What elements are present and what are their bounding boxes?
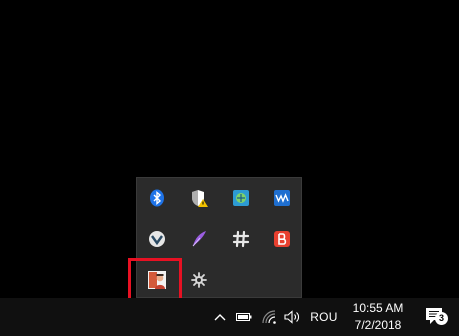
power-battery-icon[interactable] xyxy=(233,298,255,336)
waves-audio-icon[interactable] xyxy=(268,184,296,212)
clock[interactable]: 10:55 AM 7/2/2018 xyxy=(346,298,410,336)
input-language-indicator[interactable]: ROU xyxy=(307,298,341,336)
taskbar: ROU 10:55 AM 7/2/2018 3 xyxy=(0,298,459,336)
action-center-button[interactable]: 3 xyxy=(421,298,453,336)
defender-warning-icon[interactable] xyxy=(185,184,213,212)
network-app-icon[interactable] xyxy=(227,184,255,212)
highlight-box xyxy=(128,258,182,303)
b-app-icon[interactable] xyxy=(268,225,296,253)
feather-pen-icon[interactable] xyxy=(185,225,213,253)
volume-speaker-icon[interactable] xyxy=(282,298,304,336)
notification-count-badge: 3 xyxy=(435,312,448,325)
bluetooth-icon[interactable] xyxy=(143,184,171,212)
clock-date: 7/2/2018 xyxy=(354,318,402,332)
clock-time: 10:55 AM xyxy=(352,301,404,315)
slack-icon[interactable] xyxy=(227,225,255,253)
settings-gear-icon[interactable] xyxy=(185,266,213,294)
desktop: ROU 10:55 AM 7/2/2018 3 xyxy=(0,0,459,336)
vmware-icon[interactable] xyxy=(143,225,171,253)
show-hidden-icons-chevron-up-icon[interactable] xyxy=(208,298,232,336)
wifi-network-icon[interactable] xyxy=(259,298,281,336)
notification-icon: 3 xyxy=(424,304,450,330)
